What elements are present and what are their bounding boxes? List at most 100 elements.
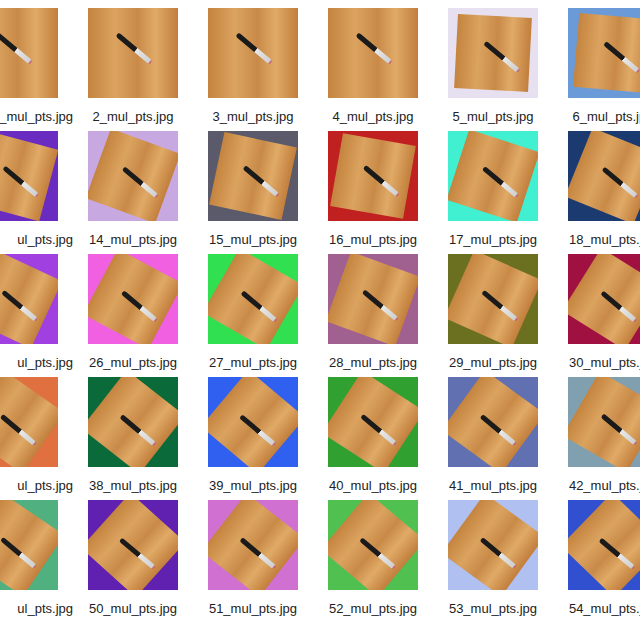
thumbnail[interactable] — [568, 377, 640, 467]
file-name[interactable]: 53_mul_pts.jpg — [449, 600, 537, 618]
thumbnail[interactable] — [0, 8, 58, 98]
file-name[interactable]: 28_mul_pts.jpg — [329, 354, 417, 372]
file-item[interactable]: 38_mul_pts.jpg — [73, 377, 193, 495]
thumbnail[interactable] — [568, 254, 640, 344]
file-name[interactable]: 5_mul_pts.jpg — [453, 108, 534, 126]
file-name[interactable]: 42_mul_pts.jpg — [569, 477, 640, 495]
file-name[interactable]: 14_mul_pts.jpg — [89, 231, 177, 249]
thumbnail[interactable] — [88, 254, 178, 344]
file-item[interactable]: 50_mul_pts.jpg — [73, 500, 193, 618]
thumbnail[interactable] — [0, 254, 58, 344]
file-name[interactable]: 2_mul_pts.jpg — [93, 108, 174, 126]
file-name[interactable]: 40_mul_pts.jpg — [329, 477, 417, 495]
thumbnail[interactable] — [328, 254, 418, 344]
file-name[interactable]: ul_pts.jpg — [17, 477, 73, 495]
file-name[interactable]: 29_mul_pts.jpg — [449, 354, 537, 372]
file-name[interactable]: 38_mul_pts.jpg — [89, 477, 177, 495]
file-name[interactable]: 15_mul_pts.jpg — [209, 231, 297, 249]
thumbnail[interactable] — [448, 377, 538, 467]
thumbnail[interactable] — [448, 254, 538, 344]
file-item[interactable]: 30_mul_pts.jpg — [553, 254, 640, 372]
wood-photo — [568, 500, 640, 590]
thumbnail[interactable] — [448, 500, 538, 590]
thumbnail[interactable] — [0, 131, 58, 221]
file-name[interactable]: 18_mul_pts.jpg — [569, 231, 640, 249]
file-item[interactable]: 28_mul_pts.jpg — [313, 254, 433, 372]
file-name[interactable]: 30_mul_pts.jpg — [569, 354, 640, 372]
file-name[interactable]: 51_mul_pts.jpg — [209, 600, 297, 618]
file-item[interactable]: 42_mul_pts.jpg — [553, 377, 640, 495]
file-item[interactable]: 51_mul_pts.jpg — [193, 500, 313, 618]
pen-icon — [480, 537, 517, 569]
thumbnail[interactable] — [568, 8, 640, 98]
file-name[interactable]: 50_mul_pts.jpg — [89, 600, 177, 618]
wood-photo — [328, 500, 418, 590]
file-item[interactable]: 26_mul_pts.jpg — [73, 254, 193, 372]
file-name[interactable]: ul_pts.jpg — [17, 354, 73, 372]
file-name[interactable]: 17_mul_pts.jpg — [449, 231, 537, 249]
wood-photo — [568, 254, 640, 344]
pen-icon — [121, 290, 158, 322]
thumbnail[interactable] — [328, 8, 418, 98]
thumbnail[interactable] — [328, 377, 418, 467]
file-item[interactable]: _mul_pts.jpg — [0, 8, 73, 126]
thumbnail[interactable] — [208, 377, 298, 467]
file-name[interactable]: ul_pts.jpg — [17, 600, 73, 618]
wood-photo — [0, 254, 58, 344]
file-item[interactable]: 29_mul_pts.jpg — [433, 254, 553, 372]
file-item[interactable]: ul_pts.jpg — [0, 131, 73, 249]
thumbnail[interactable] — [88, 131, 178, 221]
file-item[interactable]: 5_mul_pts.jpg — [433, 8, 553, 126]
file-item[interactable]: 3_mul_pts.jpg — [193, 8, 313, 126]
file-name[interactable]: 4_mul_pts.jpg — [333, 108, 414, 126]
file-name[interactable]: _mul_pts.jpg — [0, 108, 73, 126]
file-item[interactable]: 27_mul_pts.jpg — [193, 254, 313, 372]
file-name[interactable]: 26_mul_pts.jpg — [89, 354, 177, 372]
file-item[interactable]: 6_mul_pts.jpg — [553, 8, 640, 126]
file-name[interactable]: 3_mul_pts.jpg — [213, 108, 294, 126]
file-item[interactable]: ul_pts.jpg — [0, 377, 73, 495]
pen-icon — [483, 41, 520, 73]
thumbnail[interactable] — [208, 131, 298, 221]
thumbnail[interactable] — [568, 131, 640, 221]
file-name[interactable]: 39_mul_pts.jpg — [209, 477, 297, 495]
thumbnail[interactable] — [208, 500, 298, 590]
thumbnail[interactable] — [448, 8, 538, 98]
thumbnail[interactable] — [448, 131, 538, 221]
thumbnail[interactable] — [88, 500, 178, 590]
file-name[interactable]: 52_mul_pts.jpg — [329, 600, 417, 618]
file-name[interactable]: 54_mul_pts.jpg — [569, 600, 640, 618]
file-item[interactable]: ul_pts.jpg — [0, 500, 73, 618]
file-item[interactable]: 15_mul_pts.jpg — [193, 131, 313, 249]
file-item[interactable]: 14_mul_pts.jpg — [73, 131, 193, 249]
thumbnail[interactable] — [0, 377, 58, 467]
file-item[interactable]: 54_mul_pts.jpg — [553, 500, 640, 618]
file-item[interactable]: ul_pts.jpg — [0, 254, 73, 372]
file-name[interactable]: 41_mul_pts.jpg — [449, 477, 537, 495]
file-name[interactable]: 16_mul_pts.jpg — [329, 231, 417, 249]
file-name[interactable]: 6_mul_pts.jpg — [573, 108, 640, 126]
thumbnail[interactable] — [568, 500, 640, 590]
thumbnail[interactable] — [328, 500, 418, 590]
file-item[interactable]: 41_mul_pts.jpg — [433, 377, 553, 495]
file-item[interactable]: 17_mul_pts.jpg — [433, 131, 553, 249]
thumbnail[interactable] — [208, 8, 298, 98]
file-item[interactable]: 16_mul_pts.jpg — [313, 131, 433, 249]
wood-photo — [573, 13, 640, 93]
file-item[interactable]: 52_mul_pts.jpg — [313, 500, 433, 618]
wood-photo — [0, 131, 58, 221]
file-item[interactable]: 39_mul_pts.jpg — [193, 377, 313, 495]
file-item[interactable]: 18_mul_pts.jpg — [553, 131, 640, 249]
file-item[interactable]: 53_mul_pts.jpg — [433, 500, 553, 618]
file-name[interactable]: ul_pts.jpg — [17, 231, 73, 249]
thumbnail[interactable] — [328, 131, 418, 221]
thumbnail[interactable] — [0, 500, 58, 590]
thumbnail[interactable] — [88, 377, 178, 467]
pen-icon — [599, 538, 636, 570]
file-item[interactable]: 40_mul_pts.jpg — [313, 377, 433, 495]
file-name[interactable]: 27_mul_pts.jpg — [209, 354, 297, 372]
thumbnail[interactable] — [88, 8, 178, 98]
file-item[interactable]: 4_mul_pts.jpg — [313, 8, 433, 126]
file-item[interactable]: 2_mul_pts.jpg — [73, 8, 193, 126]
thumbnail[interactable] — [208, 254, 298, 344]
